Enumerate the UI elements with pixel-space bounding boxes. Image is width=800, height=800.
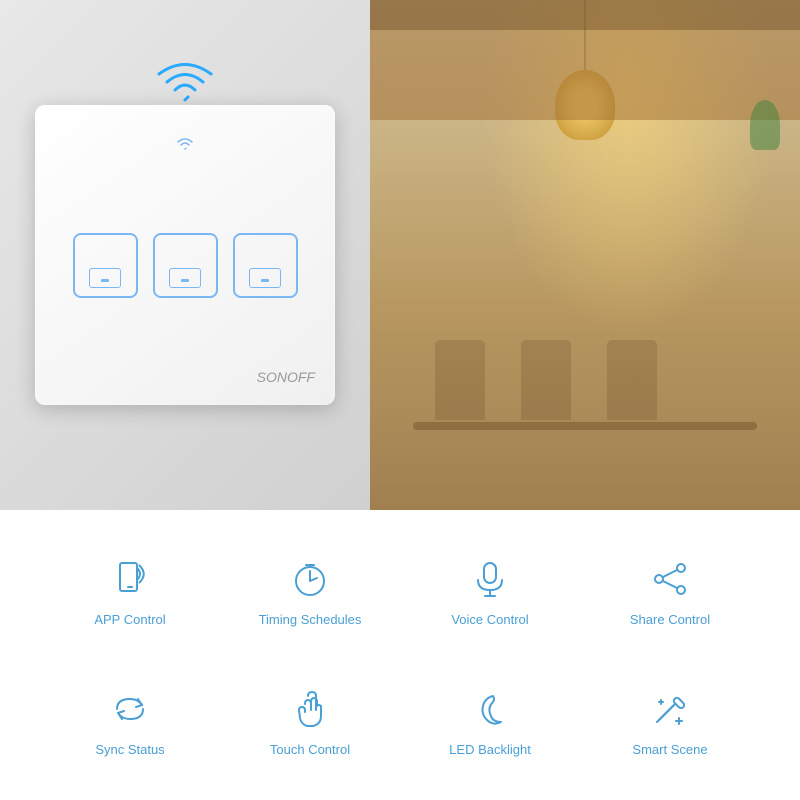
feature-share-control: Share Control bbox=[590, 554, 750, 627]
features-row-2: Sync Status Touch Control bbox=[40, 660, 760, 780]
feature-sync-status: Sync Status bbox=[50, 684, 210, 757]
led-backlight-label: LED Backlight bbox=[449, 742, 531, 757]
share-control-label: Share Control bbox=[630, 612, 710, 627]
app-control-label: APP Control bbox=[94, 612, 165, 627]
smart-scene-icon bbox=[645, 684, 695, 734]
features-section: APP Control Timing Schedules bbox=[0, 510, 800, 800]
feature-timing-schedules: Timing Schedules bbox=[230, 554, 390, 627]
switch-button-3[interactable] bbox=[233, 233, 298, 298]
switch-device: SONOFF bbox=[35, 105, 335, 405]
device-wifi-icon bbox=[175, 135, 195, 156]
feature-voice-control: Voice Control bbox=[410, 554, 570, 627]
feature-app-control: APP Control bbox=[50, 554, 210, 627]
voice-control-icon bbox=[465, 554, 515, 604]
switch-buttons bbox=[73, 233, 298, 298]
share-control-icon bbox=[645, 554, 695, 604]
switch-button-2[interactable] bbox=[153, 233, 218, 298]
touch-control-icon bbox=[285, 684, 335, 734]
hero-section: SONOFF bbox=[0, 0, 800, 510]
app-control-icon bbox=[105, 554, 155, 604]
brand-logo: SONOFF bbox=[257, 369, 315, 385]
features-row-1: APP Control Timing Schedules bbox=[40, 530, 760, 650]
right-panel bbox=[370, 0, 800, 510]
timing-schedules-label: Timing Schedules bbox=[259, 612, 362, 627]
led-backlight-icon bbox=[465, 684, 515, 734]
smart-scene-label: Smart Scene bbox=[632, 742, 707, 757]
wifi-signal-icon bbox=[155, 55, 215, 110]
feature-touch-control: Touch Control bbox=[230, 684, 390, 757]
voice-control-label: Voice Control bbox=[451, 612, 528, 627]
sync-status-icon bbox=[105, 684, 155, 734]
left-panel: SONOFF bbox=[0, 0, 370, 510]
feature-smart-scene: Smart Scene bbox=[590, 684, 750, 757]
touch-control-label: Touch Control bbox=[270, 742, 350, 757]
switch-button-1[interactable] bbox=[73, 233, 138, 298]
feature-led-backlight: LED Backlight bbox=[410, 684, 570, 757]
timing-schedules-icon bbox=[285, 554, 335, 604]
kitchen-background bbox=[370, 0, 800, 510]
sync-status-label: Sync Status bbox=[95, 742, 164, 757]
